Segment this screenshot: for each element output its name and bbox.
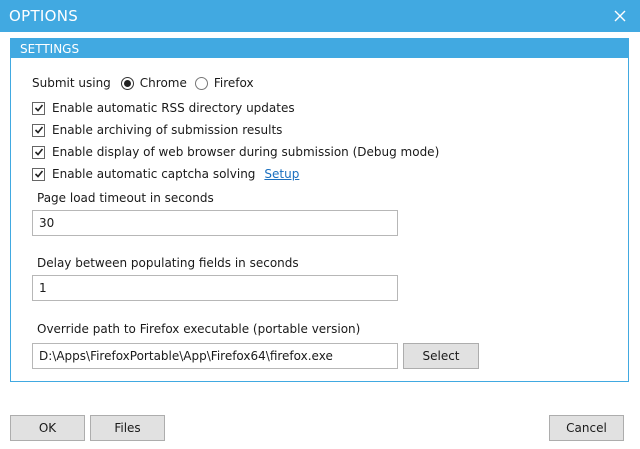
window-title: OPTIONS (9, 7, 79, 25)
close-button[interactable] (610, 6, 630, 26)
chrome-radio-label[interactable]: Chrome (140, 76, 187, 90)
captcha-checkbox[interactable] (32, 167, 45, 181)
timeout-label: Page load timeout in seconds (37, 191, 214, 205)
submit-using-row: Submit using Chrome Firefox (32, 76, 254, 90)
close-icon (614, 10, 626, 22)
captcha-row[interactable]: Enable automatic captcha solving Setup (32, 167, 299, 181)
firefox-radio[interactable] (194, 76, 208, 90)
checkmark-icon (34, 170, 43, 178)
firefox-radio-label[interactable]: Firefox (214, 76, 254, 90)
rss-updates-checkbox[interactable] (32, 101, 45, 115)
delay-label: Delay between populating fields in secon… (37, 256, 299, 270)
checkmark-icon (34, 148, 43, 156)
rss-updates-row[interactable]: Enable automatic RSS directory updates (32, 101, 295, 115)
checkmark-icon (34, 104, 43, 112)
debug-mode-label: Enable display of web browser during sub… (52, 145, 440, 159)
rss-updates-label: Enable automatic RSS directory updates (52, 101, 295, 115)
checkmark-icon (34, 126, 43, 134)
files-button[interactable]: Files (90, 415, 165, 441)
ok-button[interactable]: OK (10, 415, 85, 441)
captcha-label: Enable automatic captcha solving (52, 167, 256, 181)
submit-using-label: Submit using (32, 76, 111, 90)
archiving-label: Enable archiving of submission results (52, 123, 283, 137)
debug-mode-row[interactable]: Enable display of web browser during sub… (32, 145, 439, 159)
timeout-input[interactable] (32, 210, 398, 236)
firefox-path-input[interactable] (32, 343, 398, 369)
archiving-row[interactable]: Enable archiving of submission results (32, 123, 282, 137)
delay-input[interactable] (32, 275, 398, 301)
title-bar: OPTIONS (0, 0, 640, 32)
settings-header: SETTINGS (11, 39, 628, 58)
debug-mode-checkbox[interactable] (32, 145, 45, 159)
chrome-radio[interactable] (120, 76, 134, 90)
settings-group: SETTINGS Submit using Chrome Firefox Ena… (10, 38, 629, 382)
select-path-button[interactable]: Select (403, 343, 479, 369)
captcha-setup-link[interactable]: Setup (264, 167, 299, 181)
firefox-path-label: Override path to Firefox executable (por… (37, 322, 361, 336)
archiving-checkbox[interactable] (32, 123, 45, 137)
cancel-button[interactable]: Cancel (549, 415, 624, 441)
